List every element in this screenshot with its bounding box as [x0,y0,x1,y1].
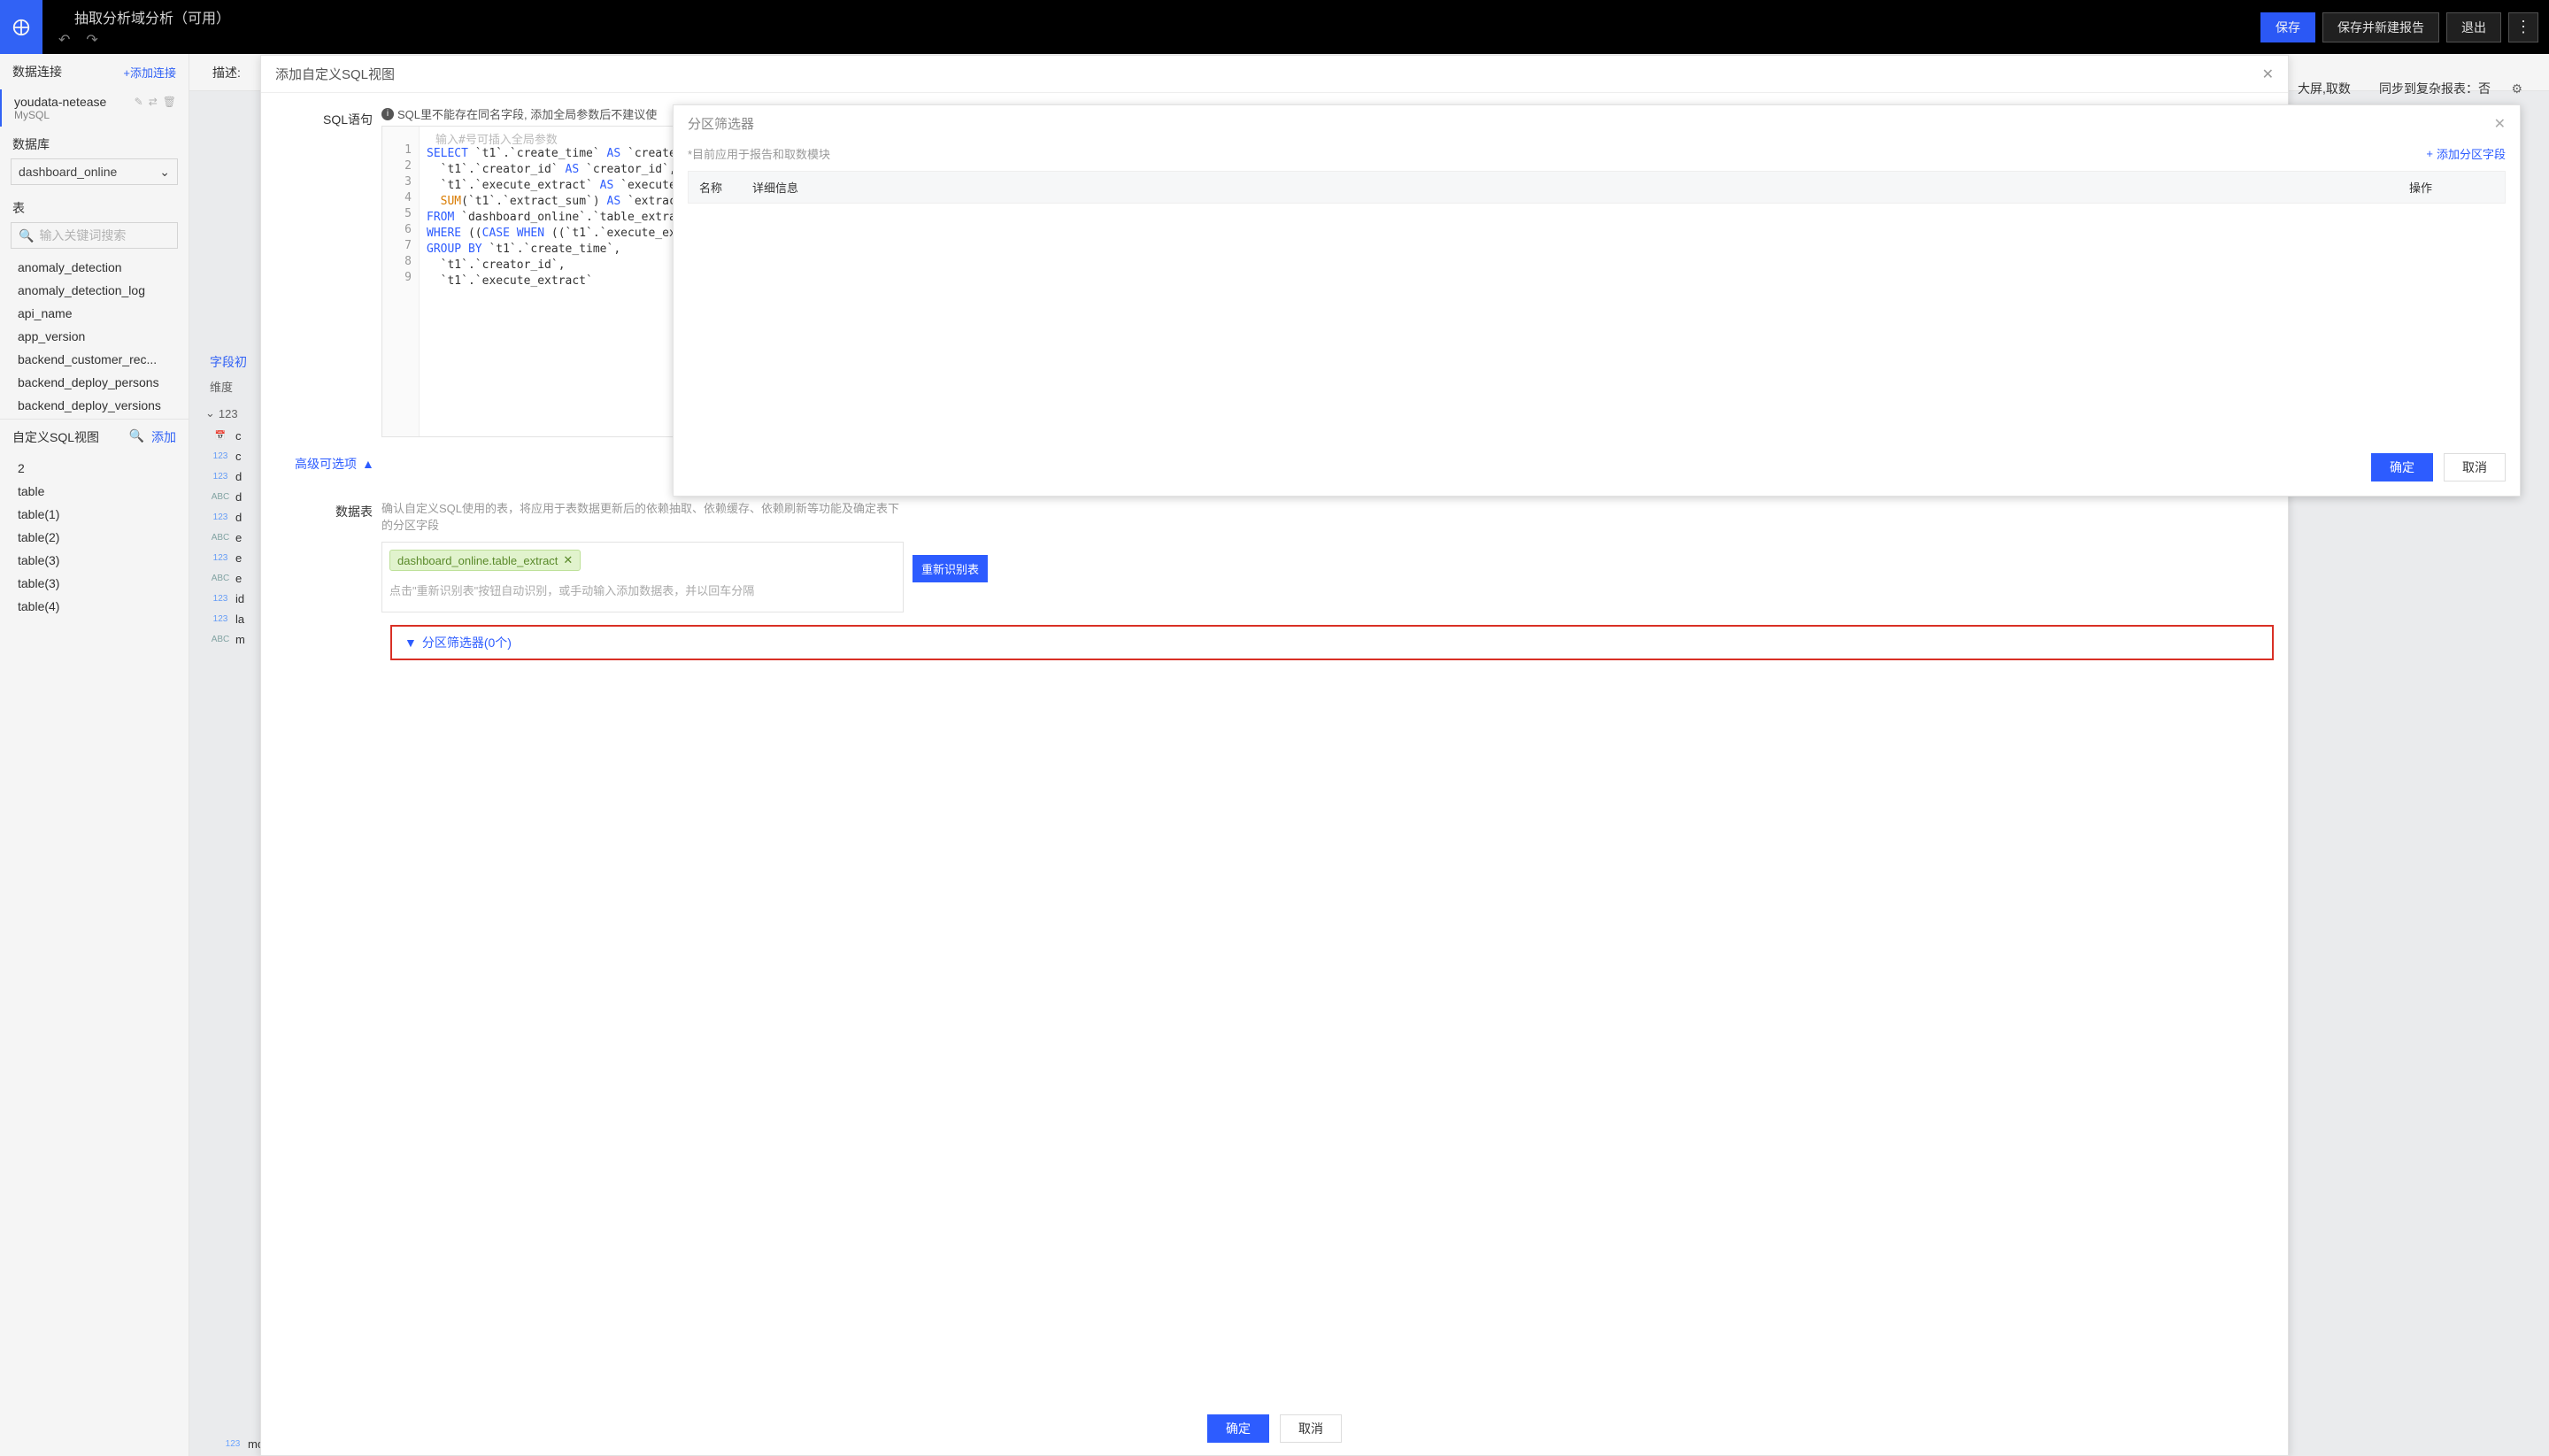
sql-label: SQL语句 [275,105,373,437]
connection-type: MySQL [14,109,176,121]
sql-hint-text: SQL里不能存在同名字段, 添加全局参数后不建议使 [397,105,657,122]
inner-ok-button[interactable]: 确定 [2371,453,2433,481]
table-item[interactable]: backend_customer_rec... [0,348,189,371]
inner-modal-title: 分区筛选器 [688,114,754,133]
sql-view-item[interactable]: table(3) [0,549,189,572]
sql-views-heading: 自定义SQL视图 [12,428,99,446]
save-button[interactable]: 保存 [2260,12,2315,42]
table-item[interactable]: backend_deploy_persons [0,371,189,394]
search-icon[interactable]: 🔍 [129,428,144,446]
inner-table-header: 名称 详细信息 操作 [688,171,2506,204]
brand-logo [0,0,42,54]
tables-heading: 表 [12,199,25,217]
table-item[interactable]: anomaly_detection_log [0,279,189,302]
type-badge: ABC [211,574,230,583]
sql-view-item[interactable]: table(1) [0,503,189,526]
delete-icon[interactable]: 🗑 [163,96,176,108]
table-tag[interactable]: dashboard_online.table_extract ✕ [389,550,581,571]
modal-title: 添加自定义SQL视图 [275,65,395,83]
partition-filter-modal: 分区筛选器 ✕ *目前应用于报告和取数模块 + 添加分区字段 名称 详细信息 操… [673,104,2521,497]
inner-table-body [674,204,2520,443]
database-select[interactable]: dashboard_online ⌄ [11,158,178,185]
chevron-down-icon[interactable]: ⌄ [205,406,215,420]
sql-view-item[interactable]: table(3) [0,572,189,595]
sql-view-item[interactable]: 2 [0,457,189,480]
search-input[interactable]: 🔍 输入关键词搜索 [11,222,178,249]
edit-icon[interactable]: ✎ [135,96,143,108]
type-badge: ABC [211,635,230,644]
type-badge: 123 [211,553,230,563]
search-icon: 🔍 [19,228,34,243]
exit-button[interactable]: 退出 [2446,12,2501,42]
type-badge: 123 [211,451,230,461]
plus-icon: + [2426,147,2433,160]
undo-icon[interactable]: ↶ [58,31,70,49]
modal-cancel-button[interactable]: 取消 [1280,1414,1342,1443]
sidebar: 数据连接 +添加连接 youdata-netease ✎ ⇄ 🗑 MySQL 数… [0,54,189,1456]
connection-item[interactable]: youdata-netease ✎ ⇄ 🗑 MySQL [0,89,189,127]
database-heading: 数据库 [12,135,50,153]
connection-name: youdata-netease [14,95,106,109]
sql-view-item[interactable]: table(2) [0,526,189,549]
type-badge: 📅 [211,431,230,441]
add-connection-link[interactable]: +添加连接 [123,64,176,81]
data-table-label: 数据表 [275,499,373,612]
sql-view-item[interactable]: table(4) [0,595,189,618]
modal-ok-button[interactable]: 确定 [1207,1414,1269,1443]
sql-view-item[interactable]: table [0,480,189,503]
inner-hint: *目前应用于报告和取数模块 [688,145,830,162]
table-item[interactable]: app_version [0,325,189,348]
swap-icon[interactable]: ⇄ [149,96,158,108]
partition-filter-link[interactable]: ▼ 分区筛选器(0个) [390,625,2274,660]
save-and-new-button[interactable]: 保存并新建报告 [2322,12,2439,42]
close-icon[interactable]: ✕ [2494,115,2506,133]
tag-input-hint: 点击"重新识别表"按钮自动识别，或手动输入添加数据表，并以回车分隔 [389,582,896,598]
table-item[interactable]: anomaly_detection [0,256,189,279]
remove-tag-icon[interactable]: ✕ [563,553,573,567]
description-label: 描述: [212,64,241,81]
more-menu-icon[interactable]: ⋮ [2508,12,2538,42]
type-badge: 123 [211,614,230,624]
editor-placeholder: 输入#号可插入全局参数 [435,130,558,147]
type-badge: 123 [211,472,230,481]
type-badge: 123 [211,512,230,522]
redo-icon[interactable]: ↷ [86,31,97,49]
data-table-desc: 确认自定义SQL使用的表，将应用于表数据更新后的依赖抽取、依赖缓存、依赖刷新等功… [381,499,904,533]
table-item[interactable]: api_name [0,302,189,325]
chevron-up-icon: ▲ [362,457,374,471]
type-badge: 123 [211,594,230,604]
dimension-heading: 维度 [210,378,233,395]
type-badge: ABC [211,492,230,502]
reparse-tables-button[interactable]: 重新识别表 [913,555,988,582]
data-table-tag-input[interactable]: dashboard_online.table_extract ✕ 点击"重新识别… [381,542,904,612]
add-partition-field-link[interactable]: + 添加分区字段 [2426,145,2506,162]
add-sql-view-link[interactable]: 添加 [151,428,176,446]
page-title: 抽取分析域分析（可用） [74,6,230,27]
close-icon[interactable]: ✕ [2262,65,2274,83]
chevron-down-icon: ⌄ [159,165,170,180]
connections-heading: 数据连接 [12,63,62,81]
filter-icon: ▼ [404,636,417,650]
inner-cancel-button[interactable]: 取消 [2444,453,2506,481]
type-badge: ABC [211,533,230,543]
info-icon: i [381,108,394,120]
table-item[interactable]: backend_deploy_versions [0,394,189,417]
